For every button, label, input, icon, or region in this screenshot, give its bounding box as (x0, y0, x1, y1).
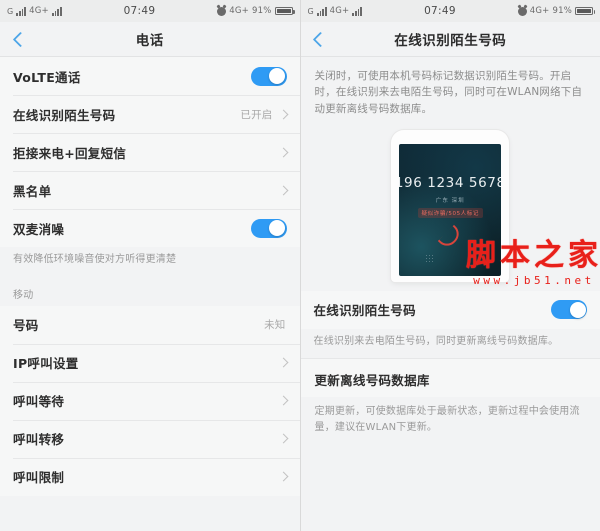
status-bar-signal-group: G 4G+ (7, 6, 62, 16)
row-volte-call[interactable]: VoLTE通话 (0, 57, 300, 95)
nav-bar-left: 电话 (0, 22, 300, 57)
update-offline-db-note: 定期更新，可使数据库处于最新状态，更新过程中会使用流量，建议在WLAN下更新。 (300, 397, 600, 446)
row-call-forwarding[interactable]: 呼叫转移 (0, 419, 300, 458)
status-bar-right-group: 4G+ 91% (517, 6, 595, 16)
page-title-right: 在线识别陌生号码 (394, 33, 507, 49)
row-label: 呼叫转移 (13, 432, 65, 447)
row-label: 呼叫等待 (13, 394, 65, 409)
row-reject-call-reply-sms[interactable]: 拒接来电+回复短信 (0, 133, 300, 171)
row-blacklist[interactable]: 黑名单 (0, 171, 300, 209)
row-label: 号码 (13, 318, 39, 333)
chevron-left-icon (312, 31, 329, 47)
chevron-right-icon (278, 471, 288, 482)
call-number: 196 1234 5678 (399, 175, 502, 192)
noise-cancel-note: 有效降低环境噪音使对方听得更清楚 (0, 247, 300, 277)
chevron-left-icon (12, 31, 28, 47)
battery-percent-label: 91% (552, 6, 572, 16)
toggle-knob (269, 68, 285, 84)
signal-bars-icon (316, 6, 327, 16)
alarm-icon (517, 6, 527, 16)
row-value: 已开启 (240, 108, 273, 121)
noise-cancel-toggle[interactable] (250, 218, 287, 238)
group-header-mobile: 移动 (0, 276, 300, 306)
right-phone-screen: G 4G+ 07:49 4G+ 91% 在线识别陌生号码 关闭时，可使用本机号码… (300, 0, 600, 531)
row-number[interactable]: 号码 未知 (0, 305, 300, 344)
row-label: 黑名单 (13, 183, 52, 199)
chevron-right-icon (278, 147, 288, 157)
row-label: 拒接来电+回复短信 (13, 145, 127, 161)
battery-percent-label: 91% (252, 6, 272, 16)
alarm-icon (217, 6, 227, 16)
row-online-identify-toggle[interactable]: 在线识别陌生号码 (300, 290, 600, 329)
chevron-right-icon (278, 109, 288, 119)
signal-bars-secondary-icon (51, 6, 62, 16)
row-value: 未知 (264, 319, 286, 331)
page-title-left: 电话 (135, 33, 164, 49)
phone-screen-content: 196 1234 5678 广东 深圳 疑似诈骗/505人标记 (399, 143, 502, 276)
online-identify-group: 在线识别陌生号码 (300, 290, 600, 329)
status-bar-right: G 4G+ 07:49 4G+ 91% (300, 0, 600, 22)
status-bar-clock: 07:49 (123, 5, 156, 17)
incoming-call-illustration: 196 1234 5678 广东 深圳 疑似诈骗/505人标记 脚本之家 www… (300, 125, 600, 291)
network-type-label: 4G+ (29, 6, 49, 16)
toggle-knob (269, 220, 285, 236)
status-bar-left: G 4G+ 07:49 4G+ 91% (0, 0, 300, 22)
right-panel-content: 关闭时，可使用本机号码标记数据识别陌生号码。开启时，在线识别来去电陌生号码，同时… (300, 57, 600, 531)
row-label: VoLTE通话 (13, 69, 81, 85)
status-bar-clock: 07:49 (424, 5, 456, 17)
row-dual-mic-noise-cancel[interactable]: 双麦消噪 (0, 209, 300, 247)
row-online-identify-stranger-number[interactable]: 在线识别陌生号码 已开启 (0, 95, 300, 133)
toggle-knob (569, 301, 586, 318)
chevron-right-icon (278, 433, 288, 444)
chevron-right-icon (278, 185, 288, 195)
call-region: 广东 深圳 (435, 198, 465, 205)
status-bar-right-group: 4G+ 91% (217, 6, 295, 16)
right-panel-filler (300, 445, 600, 531)
settings-group-mobile: 号码 未知 IP呼叫设置 呼叫等待 呼叫转移 呼叫限制 (0, 305, 300, 496)
row-call-barring[interactable]: 呼叫限制 (0, 457, 300, 496)
chevron-right-icon (278, 357, 288, 368)
back-button-left[interactable] (0, 22, 40, 56)
phone-mockup: 196 1234 5678 广东 深圳 疑似诈骗/505人标记 (391, 129, 510, 282)
row-ip-call-settings[interactable]: IP呼叫设置 (0, 343, 300, 382)
network-type-right-label: 4G+ (229, 6, 249, 16)
row-label: 在线识别陌生号码 (313, 303, 416, 319)
hangup-icon (437, 225, 463, 251)
update-offline-db-title[interactable]: 更新离线号码数据库 (300, 358, 600, 398)
left-panel-filler (0, 495, 300, 531)
network-type-label: 4G+ (329, 6, 350, 16)
nav-bar-right: 在线识别陌生号码 (300, 22, 600, 57)
volte-toggle[interactable] (250, 66, 287, 86)
dots-icon (425, 253, 436, 264)
settings-group-call: VoLTE通话 在线识别陌生号码 已开启 拒接来电+回复短信 黑名单 双麦消噪 (0, 57, 300, 247)
screenshot-root: G 4G+ 07:49 4G+ 91% 电话 VoLTE通话 在线识别陌生号码 … (0, 0, 600, 531)
status-bar-signal-group: G 4G+ (308, 6, 363, 16)
feature-description: 关闭时，可使用本机号码标记数据识别陌生号码。开启时，在线识别来去电陌生号码，同时… (300, 57, 600, 126)
row-label: 双麦消噪 (13, 221, 65, 237)
carrier-g-icon: G (7, 6, 14, 16)
row-label: IP呼叫设置 (13, 356, 79, 371)
carrier-g-icon: G (307, 6, 314, 16)
row-label: 呼叫限制 (13, 470, 65, 485)
battery-icon (274, 7, 295, 15)
online-identify-toggle[interactable] (551, 300, 587, 320)
left-phone-screen: G 4G+ 07:49 4G+ 91% 电话 VoLTE通话 在线识别陌生号码 … (0, 0, 301, 531)
back-button-right[interactable] (301, 22, 341, 56)
left-panel-content: VoLTE通话 在线识别陌生号码 已开启 拒接来电+回复短信 黑名单 双麦消噪 … (0, 57, 300, 531)
network-type-right-label: 4G+ (529, 6, 550, 16)
call-fraud-tag: 疑似诈骗/505人标记 (417, 208, 483, 219)
row-call-waiting[interactable]: 呼叫等待 (0, 381, 300, 420)
signal-bars-secondary-icon (352, 6, 363, 16)
battery-icon (575, 7, 595, 15)
row-label: 在线识别陌生号码 (13, 107, 116, 123)
chevron-right-icon (278, 395, 288, 406)
signal-bars-icon (16, 6, 27, 16)
online-identify-note: 在线识别来去电陌生号码，同时更新离线号码数据库。 (300, 328, 600, 359)
